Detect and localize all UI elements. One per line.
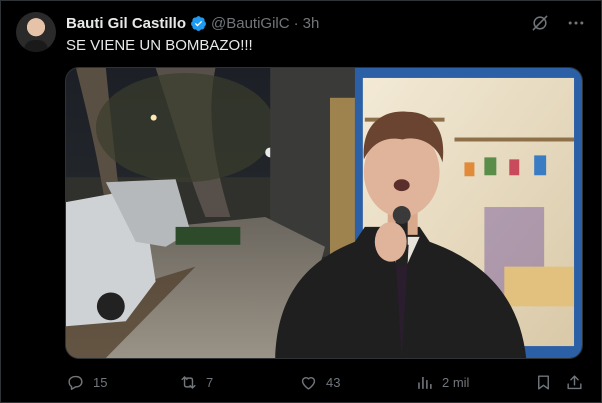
tweet-video[interactable] (65, 67, 583, 359)
author-handle[interactable]: @BautiGilC (211, 15, 290, 32)
reply-button[interactable]: 15 (66, 373, 107, 392)
tweet-actions: 15 7 43 2 mil (66, 370, 584, 394)
separator-dot: · (293, 14, 299, 32)
reply-icon (68, 375, 83, 390)
views-count: 2 mil (442, 374, 470, 390)
verified-badge-icon (191, 15, 206, 31)
share-button[interactable] (565, 373, 584, 392)
author-avatar[interactable] (16, 12, 56, 52)
reply-count: 15 (93, 374, 108, 390)
video-frame (66, 68, 582, 358)
grok-icon[interactable] (530, 13, 550, 33)
views-button[interactable]: 2 mil (415, 373, 469, 392)
bookmark-button[interactable] (534, 373, 553, 392)
tweet-timestamp[interactable]: 3h (303, 15, 320, 32)
views-icon (418, 376, 432, 389)
share-icon (567, 374, 582, 389)
author-name[interactable]: Bauti Gil Castillo (66, 15, 186, 32)
tweet-text: SE VIENE UN BOMBAZO!!! (66, 37, 253, 54)
like-count: 43 (326, 374, 341, 390)
like-button[interactable]: 43 (299, 373, 340, 392)
retweet-count: 7 (206, 374, 214, 390)
more-icon[interactable] (566, 13, 586, 33)
tweet-header: Bauti Gil Castillo @BautiGilC · 3h (66, 13, 319, 33)
heart-icon (301, 376, 316, 390)
header-actions (530, 13, 586, 33)
retweet-button[interactable]: 7 (179, 373, 213, 392)
retweet-icon (181, 375, 196, 389)
bookmark-icon (538, 374, 549, 390)
